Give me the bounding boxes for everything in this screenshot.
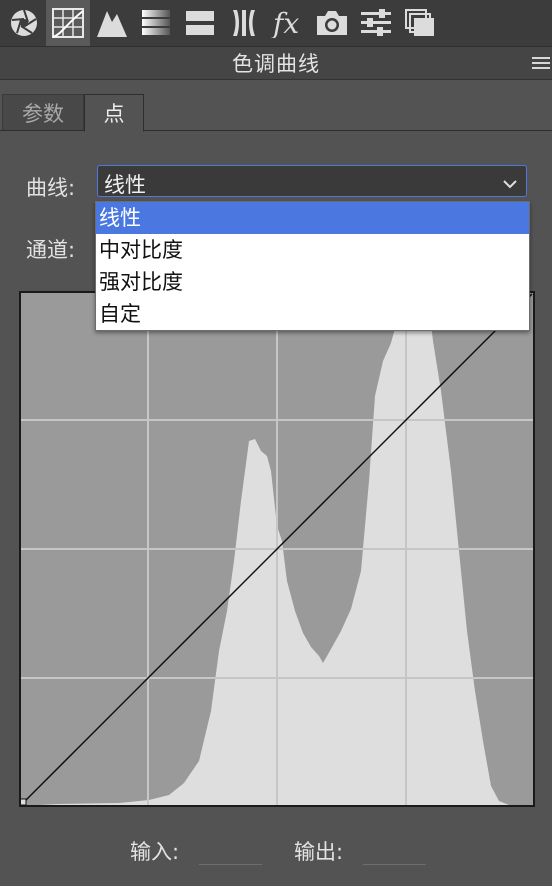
curve-option-custom[interactable]: 自定 bbox=[96, 298, 529, 330]
panel-menu-icon[interactable] bbox=[528, 53, 552, 73]
output-field[interactable] bbox=[363, 864, 426, 865]
curve-option-strong-contrast[interactable]: 强对比度 bbox=[96, 266, 529, 298]
curves-grid-icon bbox=[52, 8, 84, 38]
detail-tab-button[interactable] bbox=[90, 0, 134, 46]
layers-icon bbox=[404, 8, 436, 38]
effects-tab-button[interactable]: fx bbox=[266, 0, 310, 46]
tone-curve-graph[interactable] bbox=[19, 291, 535, 807]
fx-icon: fx bbox=[271, 8, 305, 38]
curve-option-linear[interactable]: 线性 bbox=[96, 202, 529, 234]
sliders-icon bbox=[360, 8, 392, 38]
curve-select[interactable]: 线性 bbox=[97, 165, 527, 197]
basic-tab-button[interactable] bbox=[2, 0, 46, 46]
camera-icon bbox=[315, 8, 349, 38]
chevron-down-icon bbox=[502, 175, 518, 194]
tab-parametric[interactable]: 参数 bbox=[2, 94, 84, 130]
camera-calibration-tab-button[interactable] bbox=[310, 0, 354, 46]
hsl-tab-button[interactable] bbox=[134, 0, 178, 46]
gradient-bars-icon bbox=[141, 8, 171, 38]
output-label: 输出: bbox=[294, 840, 344, 864]
channel-label: 通道: bbox=[26, 238, 76, 262]
tone-curve-tabs: 参数 点 bbox=[0, 94, 552, 132]
aperture-icon bbox=[9, 8, 39, 38]
panel-toolbar: fx bbox=[0, 0, 552, 47]
panel-header: 色调曲线 bbox=[0, 47, 552, 80]
curve-label: 曲线: bbox=[26, 176, 76, 200]
split-toning-tab-button[interactable] bbox=[178, 0, 222, 46]
tab-point[interactable]: 点 bbox=[84, 94, 144, 132]
presets-tab-button[interactable] bbox=[354, 0, 398, 46]
curve-select-value: 线性 bbox=[104, 173, 146, 197]
curve-option-medium-contrast[interactable]: 中对比度 bbox=[96, 234, 529, 266]
panel-title: 色调曲线 bbox=[232, 52, 320, 76]
input-field[interactable] bbox=[199, 864, 262, 865]
snapshots-tab-button[interactable] bbox=[398, 0, 442, 46]
lens-icon bbox=[229, 8, 259, 38]
tone-curve-canvas[interactable] bbox=[19, 291, 535, 807]
mountains-icon bbox=[96, 8, 128, 38]
curve-dropdown-list: 线性 中对比度 强对比度 自定 bbox=[95, 201, 530, 331]
svg-text:fx: fx bbox=[271, 8, 299, 38]
lens-corrections-tab-button[interactable] bbox=[222, 0, 266, 46]
split-bars-icon bbox=[185, 8, 215, 38]
tone-curve-tab-button[interactable] bbox=[46, 0, 90, 46]
input-label: 输入: bbox=[130, 840, 180, 864]
